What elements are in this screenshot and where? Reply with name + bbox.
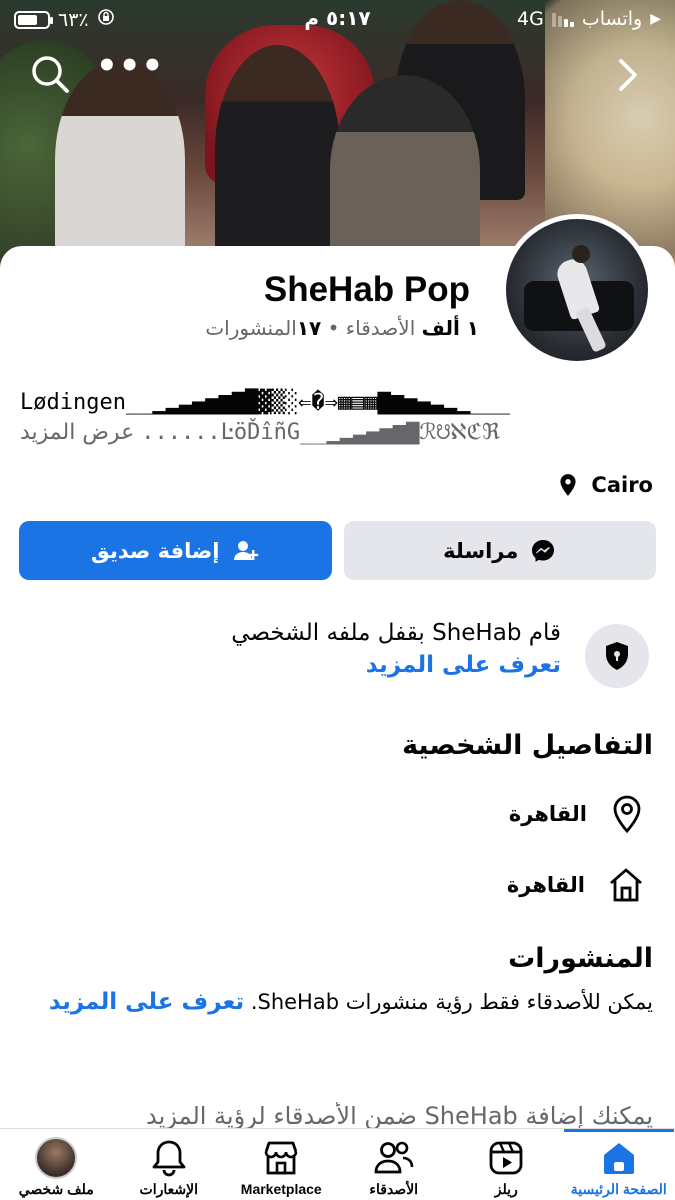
battery-percent: ٦٣٪ [58,8,89,31]
tab-label: الإشعارات [139,1181,198,1197]
message-button-label: مراسلة [443,538,519,563]
back-button[interactable] [607,52,653,98]
marketplace-icon [264,1141,298,1175]
location-pin-icon [560,474,577,496]
tab-home[interactable]: الصفحة الرئيسية [563,1129,675,1200]
bio-line-2: ......ĿöĎîñG__▁▂▃▄▅▆▇ℛ☋ℵℭℜ [141,420,500,445]
search-button[interactable] [28,52,74,98]
posts-title: المنشورات [508,943,653,974]
location-pin-icon [613,795,641,834]
cover-person [330,75,480,265]
profile-stats: ١ ألف الأصدقاء • ١٧المنشورات [205,316,479,340]
profile-name: SheHab Pop [263,270,470,309]
ellipsis-icon: ••• [96,46,165,86]
cover-person [215,45,340,255]
chevron-right-icon [619,59,637,91]
reels-icon [489,1141,523,1175]
friends-icon [374,1141,414,1174]
detail-text: القاهرة [508,802,587,826]
tab-label: ملف شخصي [18,1181,94,1197]
shield-lock-icon [585,624,649,688]
bio-line-1: Lødingen__▁▂▃▄▅▆▇█▓▒░⇐�⇒▦▤▦▇▆▅▄▃▂▁___ [20,390,511,415]
posts-count: ١٧ [296,316,322,340]
friends-count[interactable]: ١ ألف [422,316,479,340]
location-text: Cairo [591,473,653,497]
profile-actions: مراسلة إضافة صديق [19,521,656,580]
more-options-button[interactable]: ••• [96,49,163,98]
tab-label: الأصدقاء [369,1181,419,1197]
posts-notice: يمكن للأصدقاء فقط رؤية منشورات SheHab. ت… [43,986,653,1019]
active-tab-indicator [563,1129,674,1132]
tab-notifications[interactable]: الإشعارات [113,1129,226,1200]
lock-learn-more-link[interactable]: تعرف على المزيد [231,652,561,678]
location-row: Cairo [555,472,653,498]
tab-friends[interactable]: الأصدقاء [338,1129,451,1200]
home-icon [610,868,642,902]
status-bar-left: ٦٣٪ [14,8,115,31]
detail-item-hometown: القاهرة [507,866,645,904]
stats-separator: • [327,316,340,340]
battery-icon [14,10,53,29]
add-friend-label: إضافة صديق [91,538,220,563]
detail-item-current-city: القاهرة [509,794,645,834]
details-title: التفاصيل الشخصية [402,730,653,761]
tab-label: Marketplace [240,1181,322,1197]
messenger-icon [532,539,555,562]
profile-picture[interactable] [501,214,653,366]
locked-profile-notice: قام SheHab بقفل ملفه الشخصي تعرف على الم… [20,620,653,700]
posts-notice-text: يمكن للأصدقاء فقط رؤية منشورات SheHab. [250,990,653,1014]
add-friend-button[interactable]: إضافة صديق [19,521,332,580]
profile-bio: Lødingen__▁▂▃▄▅▆▇█▓▒░⇐�⇒▦▤▦▇▆▅▄▃▂▁___ عر… [20,388,660,448]
tab-marketplace[interactable]: Marketplace [225,1129,338,1200]
tab-label: ريلز [494,1181,518,1197]
lock-notice-text: قام SheHab بقفل ملفه الشخصي [231,620,561,646]
tab-reels[interactable]: ريلز [450,1129,563,1200]
tab-label: الصفحة الرئيسية [570,1181,667,1197]
add-friend-hint: يمكنك إضافة SheHab ضمن الأصدقاء لرؤية ال… [146,1102,653,1130]
tab-profile[interactable]: ملف شخصي [0,1129,113,1200]
posts-learn-more-link[interactable]: تعرف على المزيد [49,989,244,1015]
status-bar: ▶ واتساب 4G ٥:١٧ م ٦٣٪ [0,0,675,38]
bell-icon [152,1140,186,1177]
friends-label[interactable]: الأصدقاء [346,316,416,340]
avatar [35,1137,78,1179]
rotation-lock-icon [97,8,115,31]
bottom-tab-bar: الصفحة الرئيسية ريلز الأصدقاء Marketplac… [0,1128,675,1200]
posts-label: المنشورات [205,316,297,340]
add-friend-icon [234,540,259,560]
detail-text: القاهرة [506,873,585,897]
home-icon [603,1143,634,1174]
message-button[interactable]: مراسلة [343,521,656,580]
search-icon [32,56,69,93]
bio-see-more[interactable]: عرض المزيد [20,420,134,445]
